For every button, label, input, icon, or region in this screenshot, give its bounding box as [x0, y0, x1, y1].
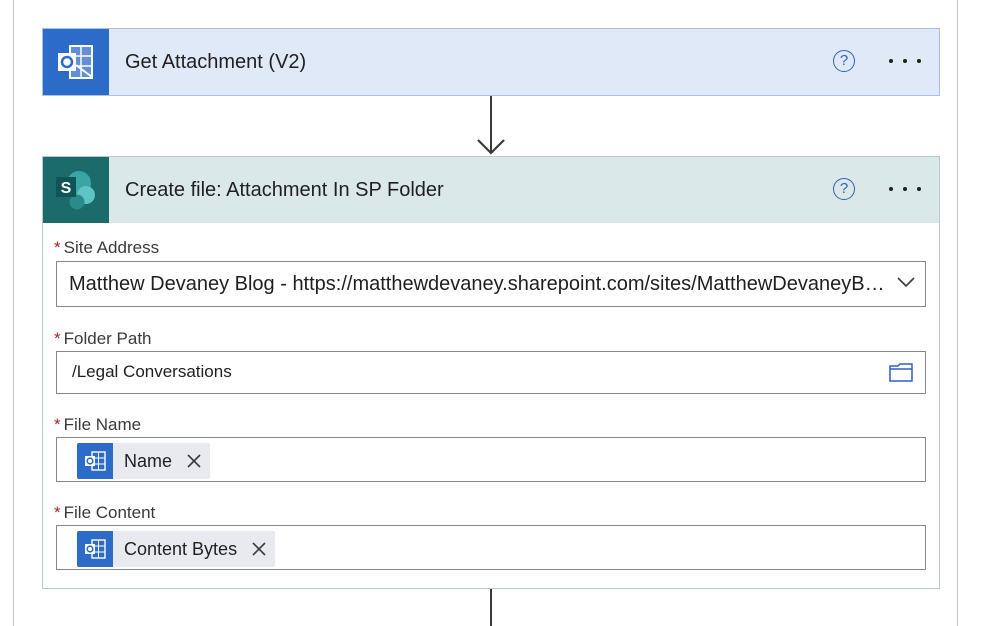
token-label: Name — [124, 450, 173, 471]
more-options-icon[interactable] — [889, 50, 921, 72]
close-icon[interactable] — [186, 453, 202, 469]
step-card-get-attachment[interactable]: Get Attachment (V2) ? — [42, 28, 940, 96]
step-header[interactable]: S Create file: Attachment In SP Folder ? — [43, 157, 939, 223]
step-title: Get Attachment (V2) — [125, 50, 307, 73]
required-marker: * — [54, 329, 61, 348]
connector-line — [490, 589, 492, 626]
chevron-down-icon[interactable] — [897, 276, 915, 288]
svg-text:S: S — [61, 180, 72, 197]
site-address-value: Matthew Devaney Blog - https://matthewde… — [69, 273, 889, 295]
required-marker: * — [54, 503, 61, 522]
step-title: Create file: Attachment In SP Folder — [125, 178, 444, 201]
file-content-input[interactable]: Content Bytes — [56, 525, 926, 570]
more-options-icon[interactable] — [889, 178, 921, 200]
folder-path-value: /Legal Conversations — [72, 362, 232, 381]
outlook-icon — [43, 29, 109, 95]
folder-icon[interactable] — [889, 362, 913, 382]
dynamic-content-token[interactable]: Name — [77, 443, 211, 479]
outlook-icon — [77, 443, 113, 479]
required-marker: * — [54, 415, 61, 434]
close-icon[interactable] — [251, 541, 267, 557]
connector-arrow-icon — [477, 139, 505, 155]
help-icon[interactable]: ? — [833, 50, 855, 72]
help-icon[interactable]: ? — [833, 178, 855, 200]
folder-path-label: * Folder Path — [54, 329, 152, 348]
step-header[interactable]: Get Attachment (V2) ? — [43, 29, 939, 95]
outlook-icon — [77, 531, 113, 567]
required-marker: * — [54, 238, 61, 257]
file-name-label: * File Name — [54, 415, 142, 434]
token-label: Content Bytes — [124, 538, 238, 559]
file-name-input[interactable]: Name — [56, 437, 926, 482]
folder-path-input[interactable]: /Legal Conversations — [56, 351, 926, 394]
file-content-label: * File Content — [54, 503, 156, 522]
site-address-label: * Site Address — [54, 238, 160, 257]
sharepoint-icon: S — [43, 157, 109, 223]
site-address-dropdown[interactable]: Matthew Devaney Blog - https://matthewde… — [56, 261, 926, 307]
dynamic-content-token[interactable]: Content Bytes — [77, 531, 276, 567]
